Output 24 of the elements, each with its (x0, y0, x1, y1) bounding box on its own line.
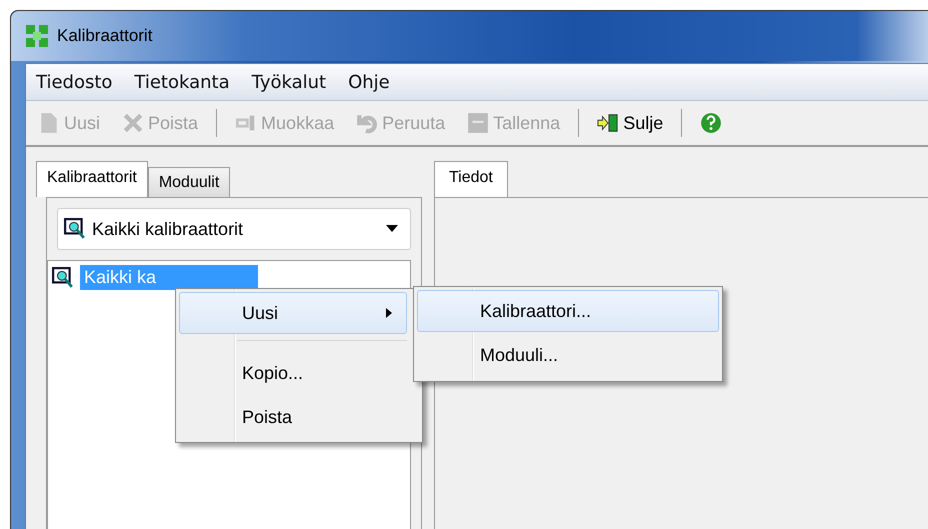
menu-item[interactable]: Poista (179, 395, 407, 439)
tab[interactable]: Kalibraattorit (36, 161, 148, 197)
window-title: Kalibraattorit (57, 26, 152, 46)
help-icon (700, 112, 722, 134)
menu-item[interactable]: Ohje (348, 72, 390, 92)
filter-dropdown[interactable]: Kaikki kalibraattorit (57, 208, 411, 250)
caret-icon (386, 225, 398, 233)
submenu-arrow-icon (386, 308, 392, 318)
magnifier-icon (64, 218, 86, 240)
menu-item[interactable]: Työkalut (252, 72, 326, 92)
toolbar-button[interactable]: Sulje (593, 112, 668, 134)
tab[interactable]: Tiedot (434, 161, 508, 197)
tab[interactable]: Moduulit (148, 167, 230, 197)
magnifier-icon (52, 266, 74, 288)
menu-item[interactable]: Tietokanta (134, 72, 230, 92)
menu-item[interactable]: Tiedosto (36, 72, 112, 92)
menu-item[interactable]: Moduuli... (417, 332, 719, 378)
exit-door-icon (597, 112, 620, 134)
delete-icon (122, 112, 144, 134)
menu-item[interactable]: Kopio... (179, 351, 407, 395)
save-icon (467, 112, 490, 134)
menu-item[interactable]: Kalibraattori... (417, 290, 719, 332)
menu-item[interactable]: Uusi (179, 292, 407, 334)
app-icon (25, 24, 49, 48)
